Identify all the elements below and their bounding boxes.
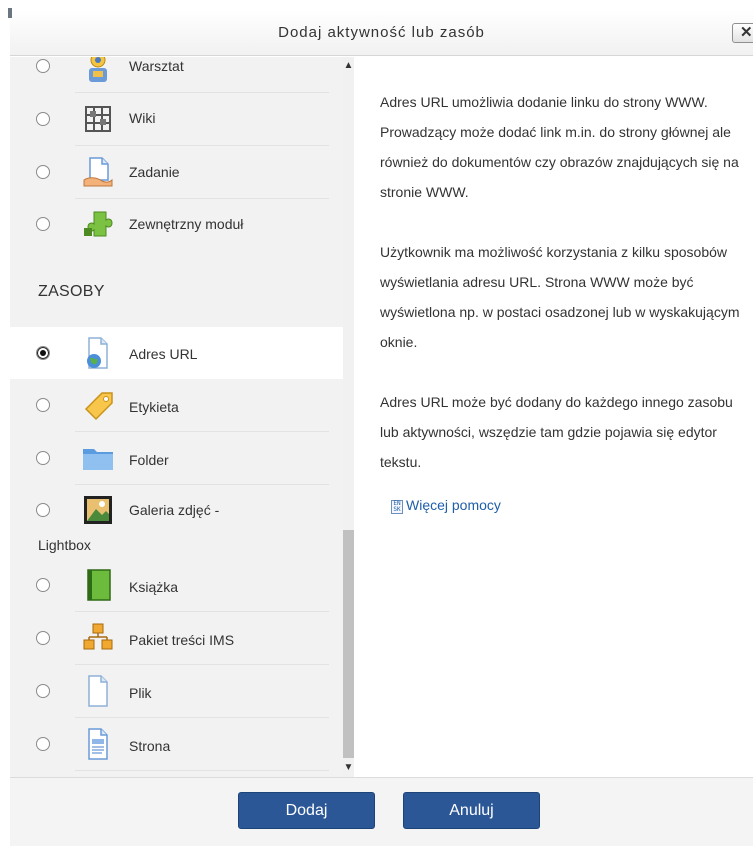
radio-button[interactable] <box>36 112 50 126</box>
option-label: Warsztat <box>129 58 184 74</box>
description-paragraph: Adres URL umożliwia dodanie linku do str… <box>380 94 739 200</box>
workshop-icon <box>89 57 107 82</box>
dialog-titlebar: Dodaj aktywność lub zasób ✕ <box>10 10 753 56</box>
dialog-title: Dodaj aktywność lub zasób <box>278 24 485 41</box>
folder-icon <box>83 449 113 470</box>
option-label: Zadanie <box>129 164 180 180</box>
external-tool-icon <box>84 211 113 237</box>
radio-button[interactable] <box>36 631 50 645</box>
option-external-tool[interactable]: Zewnętrzny moduł <box>10 199 343 251</box>
add-button[interactable]: Dodaj <box>238 792 375 829</box>
radio-button[interactable] <box>36 59 50 73</box>
option-label: Zewnętrzny moduł <box>129 216 244 232</box>
option-page[interactable]: Strona <box>10 718 343 770</box>
page-icon <box>88 728 108 760</box>
option-gallery[interactable]: Galeria zdjęć - Lightbox <box>10 485 343 555</box>
book-icon <box>87 569 111 601</box>
add-activity-dialog: Dodaj aktywność lub zasób ✕ Warsztat Wik… <box>10 10 753 846</box>
window-corner <box>8 8 12 18</box>
option-label: Etykieta <box>129 399 179 415</box>
cancel-button[interactable]: Anuluj <box>403 792 540 829</box>
option-label: Plik <box>129 685 152 701</box>
radio-button[interactable] <box>36 398 50 412</box>
dialog-footer: Dodaj Anuluj <box>10 777 753 846</box>
label-icon <box>84 392 113 421</box>
description-paragraph: Adres URL może być dodany do każdego inn… <box>380 394 733 470</box>
description-paragraph: Użytkownik ma możliwość korzystania z ki… <box>380 244 740 350</box>
scroll-thumb[interactable] <box>343 530 354 758</box>
more-help-link[interactable]: Więcej pomocy <box>406 497 501 513</box>
module-list: Warsztat Wiki Zadanie Zewnętrzny moduł Z… <box>10 57 343 777</box>
help-icon: EN SK <box>391 500 403 514</box>
ims-package-icon <box>83 623 113 650</box>
option-label: Adres URL <box>129 346 198 362</box>
option-assignment[interactable]: Zadanie <box>10 146 343 198</box>
section-header-resources: ZASOBY <box>38 283 105 300</box>
radio-button[interactable] <box>36 578 50 592</box>
option-label: Galeria zdjęć - <box>129 502 220 518</box>
radio-button[interactable] <box>36 165 50 179</box>
option-label-resource[interactable]: Etykieta <box>10 379 343 431</box>
radio-button[interactable] <box>36 503 50 517</box>
option-file[interactable]: Plik <box>10 665 343 717</box>
option-ims-package[interactable]: Pakiet treści IMS <box>10 612 343 664</box>
radio-button[interactable] <box>36 346 50 360</box>
option-book[interactable]: Książka <box>10 559 343 611</box>
option-label: Strona <box>129 738 171 754</box>
option-folder[interactable]: Folder <box>10 432 343 484</box>
assignment-icon <box>83 157 113 187</box>
module-description: Adres URL umożliwia dodanie linku do str… <box>358 57 753 777</box>
option-label: Wiki <box>129 110 156 126</box>
option-url[interactable]: Adres URL <box>10 327 343 379</box>
gallery-icon <box>84 496 112 524</box>
scroll-up-arrow-icon[interactable]: ▲ <box>343 61 354 71</box>
file-icon <box>88 675 108 707</box>
radio-button[interactable] <box>36 684 50 698</box>
option-label: Pakiet treści IMS <box>129 632 235 648</box>
radio-button[interactable] <box>36 737 50 751</box>
option-workshop[interactable]: Warsztat <box>10 57 343 92</box>
scroll-down-arrow-icon[interactable]: ▼ <box>343 763 354 773</box>
list-scrollbar[interactable]: ▲ ▼ <box>343 57 354 777</box>
option-label: Folder <box>129 452 169 468</box>
divider <box>75 770 329 771</box>
option-wiki[interactable]: Wiki <box>10 93 343 145</box>
radio-button[interactable] <box>36 217 50 231</box>
option-label-continuation: Lightbox <box>38 537 91 553</box>
radio-button[interactable] <box>36 451 50 465</box>
wiki-icon <box>85 106 111 132</box>
url-icon <box>87 337 108 369</box>
option-label: Książka <box>129 579 179 595</box>
close-button[interactable]: ✕ <box>732 23 753 43</box>
